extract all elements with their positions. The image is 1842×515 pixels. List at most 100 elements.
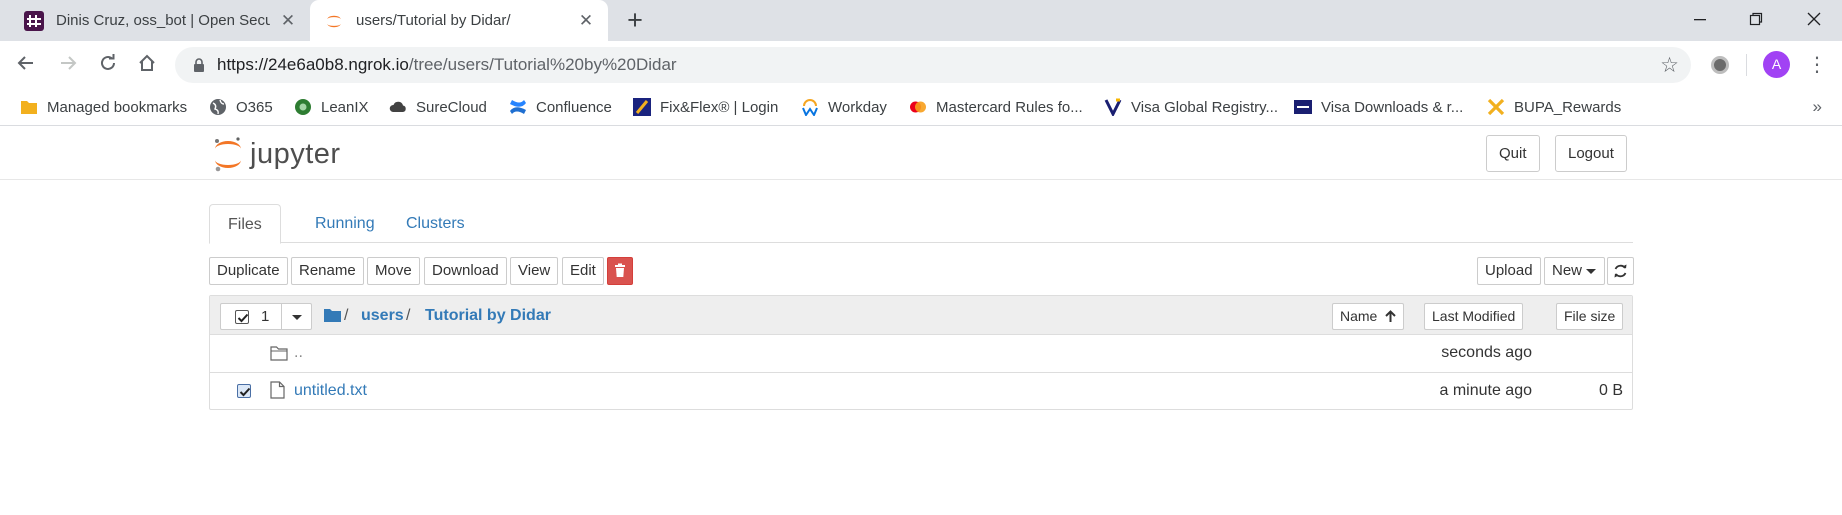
checkmark-icon (237, 313, 249, 323)
address-host: https://24e6a0b8.ngrok.io (217, 55, 409, 74)
address-path: /tree/users/Tutorial%20by%20Didar (408, 55, 677, 74)
item-size: 0 B (1598, 382, 1623, 399)
tab-running[interactable]: Running (297, 204, 393, 244)
browser-toolbar: https://24e6a0b8.ngrok.io/tree/users/Tut… (0, 41, 1842, 88)
upload-button[interactable]: Upload (1477, 257, 1541, 285)
bookmark-surecloud[interactable]: SureCloud (389, 88, 487, 126)
jupyter-logo[interactable]: jupyter (212, 135, 341, 173)
selected-count: 1 (261, 308, 270, 325)
item-name[interactable]: .. (294, 344, 303, 362)
listing-header: 1 / users / Tutorial by Didar Name Last … (210, 296, 1632, 335)
jupyter-tabs: Files Running Clusters (209, 204, 1633, 244)
download-button[interactable]: Download (424, 257, 507, 285)
caret-down-icon (1586, 269, 1597, 274)
tab-clusters[interactable]: Clusters (388, 204, 483, 244)
new-dropdown-button[interactable]: New (1544, 257, 1606, 285)
bookmark-label: Fix&Flex® | Login (660, 98, 779, 116)
caret-down-icon[interactable] (292, 315, 302, 320)
quit-button[interactable]: Quit (1486, 135, 1540, 172)
file-listing: 1 / users / Tutorial by Didar Name Last … (209, 295, 1633, 410)
bookmarks-bar: Managed bookmarks O365 LeanIX SureCloud … (0, 88, 1842, 126)
chrome-menu-icon[interactable]: ⋮ (1805, 50, 1829, 80)
browser-tab-slack[interactable]: Dinis Cruz, oss_bot | Open Securi ✕ (0, 0, 310, 41)
browser-tab-jupyter[interactable]: users/Tutorial by Didar/ ✕ (310, 0, 608, 41)
bookmark-label: O365 (236, 98, 273, 116)
jupyter-favicon (327, 15, 341, 27)
move-button[interactable]: Move (367, 257, 420, 285)
item-modified: a minute ago (1439, 382, 1532, 399)
browser-tab-title: users/Tutorial by Didar/ (356, 12, 511, 29)
slack-favicon (24, 10, 44, 31)
bookmark-label: Confluence (536, 98, 612, 116)
folder-open-icon (270, 346, 288, 361)
trash-icon (615, 263, 625, 277)
edit-button[interactable]: Edit (562, 257, 604, 285)
bookmark-label: LeanIX (321, 98, 369, 116)
bookmark-leanix[interactable]: LeanIX (294, 88, 369, 126)
bookmark-workday[interactable]: Workday (801, 88, 887, 126)
restore-icon (1749, 12, 1763, 26)
folder-icon (21, 101, 37, 114)
new-tab-button[interactable]: + (622, 7, 648, 34)
visa-card-icon (1294, 100, 1312, 114)
breadcrumb-separator: / (344, 307, 349, 324)
bookmark-confluence[interactable]: Confluence (509, 88, 612, 126)
forward-button[interactable] (52, 49, 84, 81)
select-all-dropdown[interactable]: 1 (220, 303, 312, 330)
bookmark-star-icon[interactable]: ☆ (1660, 53, 1679, 78)
list-item-parent[interactable]: .. seconds ago (210, 335, 1632, 373)
select-divider (281, 304, 282, 329)
breadcrumb-current[interactable]: Tutorial by Didar (425, 307, 551, 325)
bookmark-visa-downloads[interactable]: Visa Downloads & r... (1294, 88, 1463, 126)
leanix-icon (295, 99, 311, 115)
item-name[interactable]: untitled.txt (294, 382, 367, 400)
toolbar-divider (1746, 54, 1747, 76)
bookmark-label: SureCloud (416, 98, 487, 116)
select-all-checkbox[interactable] (235, 310, 249, 324)
minimize-window-button[interactable] (1672, 0, 1728, 41)
forward-arrow-icon (61, 56, 77, 70)
delete-button[interactable] (607, 257, 633, 285)
bookmark-label: Visa Global Registry... (1131, 98, 1279, 116)
tab-files[interactable]: Files (209, 204, 281, 244)
bookmark-o365[interactable]: O365 (209, 88, 273, 126)
sort-by-modified-button[interactable]: Last Modified (1424, 303, 1524, 330)
breadcrumb-users[interactable]: users (361, 307, 404, 325)
rename-button[interactable]: Rename (291, 257, 364, 285)
bupa-icon (1487, 98, 1505, 116)
arrow-up-icon (1385, 310, 1397, 322)
home-button[interactable] (131, 49, 163, 81)
refresh-button[interactable] (1607, 257, 1634, 285)
logout-button[interactable]: Logout (1555, 135, 1627, 172)
view-button[interactable]: View (510, 257, 559, 285)
bookmark-label: Workday (828, 98, 887, 116)
bookmarks-overflow-button[interactable]: » (1813, 88, 1822, 126)
bookmark-managed[interactable]: Managed bookmarks (20, 88, 187, 126)
profile-avatar[interactable]: A (1763, 51, 1790, 78)
extension-icon[interactable] (1711, 56, 1729, 74)
jupyter-logo-icon (215, 137, 241, 172)
list-item-file[interactable]: untitled.txt a minute ago 0 B (210, 373, 1632, 411)
restore-window-button[interactable] (1728, 0, 1784, 41)
bookmark-visa-registry[interactable]: Visa Global Registry... (1104, 88, 1278, 126)
duplicate-button[interactable]: Duplicate (209, 257, 288, 285)
reload-button[interactable] (92, 49, 124, 81)
minimize-icon (1694, 19, 1706, 21)
bookmark-mastercard[interactable]: Mastercard Rules fo... (909, 88, 1083, 126)
close-window-button[interactable] (1786, 0, 1842, 41)
workday-icon (802, 99, 818, 116)
home-icon (139, 54, 155, 71)
back-button[interactable] (10, 49, 42, 81)
folder-icon[interactable] (324, 308, 341, 322)
bookmark-label: Mastercard Rules fo... (936, 98, 1083, 116)
close-tab-icon[interactable]: ✕ (278, 11, 298, 31)
close-tab-icon[interactable]: ✕ (576, 11, 596, 31)
address-bar[interactable]: https://24e6a0b8.ngrok.io/tree/users/Tut… (175, 47, 1691, 83)
lock-icon (194, 58, 204, 72)
item-checkbox[interactable] (237, 384, 251, 398)
sort-by-size-button[interactable]: File size (1556, 303, 1624, 330)
sort-by-name-button[interactable]: Name (1332, 303, 1405, 330)
bookmark-fixflex[interactable]: Fix&Flex® | Login (633, 88, 778, 126)
bookmark-bupa[interactable]: BUPA_Rewards (1487, 88, 1621, 126)
new-dropdown-label: New (1552, 262, 1583, 279)
